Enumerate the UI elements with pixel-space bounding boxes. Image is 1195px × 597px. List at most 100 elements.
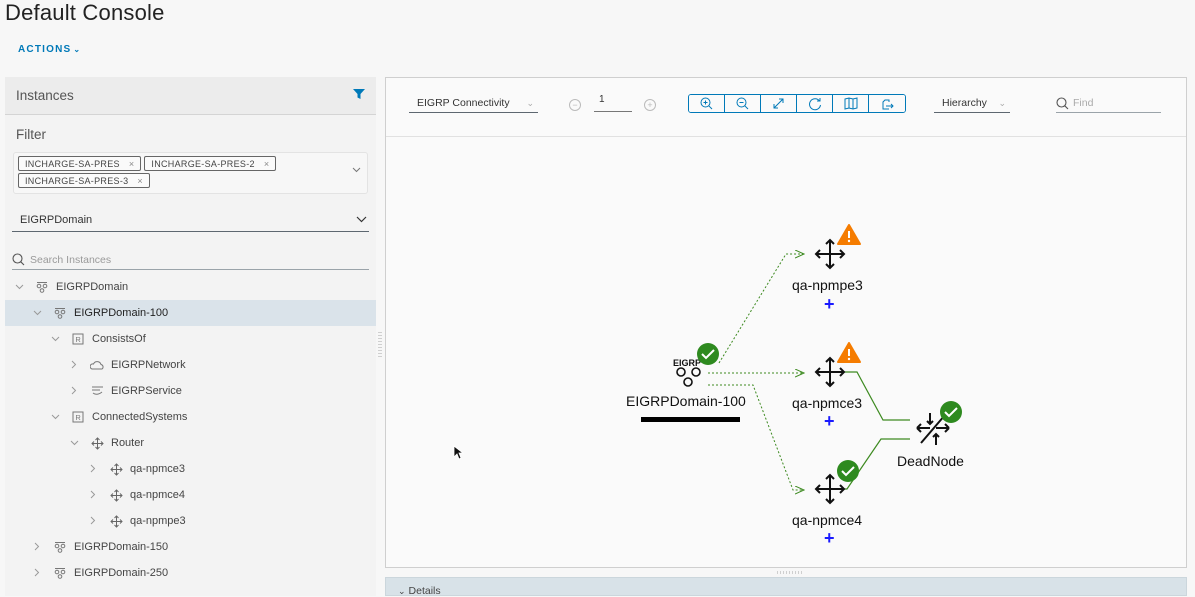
tree-item[interactable]: qa-npmpe3 [5, 508, 376, 534]
node-label-ce3[interactable]: qa-npmce3 [792, 395, 862, 411]
router-icon [90, 436, 104, 450]
status-warning-icon [837, 224, 861, 245]
map-icon [844, 97, 857, 110]
router-icon[interactable] [814, 473, 846, 505]
filter-chips[interactable]: INCHARGE-SA-PRES × INCHARGE-SA-PRES-2 × IN… [13, 152, 368, 194]
details-panel-toggle[interactable]: ⌄ Details [385, 577, 1187, 597]
chip-label: INCHARGE-SA-PRES [25, 158, 120, 169]
tree-item-label: Router [111, 437, 145, 449]
svg-text:R: R [75, 413, 81, 422]
refresh-icon [808, 97, 821, 110]
expand-node-plus-icon[interactable]: + [824, 529, 835, 547]
chevron-right-icon[interactable] [68, 386, 80, 397]
zoom-in-button[interactable] [689, 95, 725, 112]
router-icon [109, 462, 123, 476]
class-select[interactable]: EIGRPDomain [12, 208, 369, 232]
service-icon [90, 384, 104, 398]
chevron-down-icon[interactable] [352, 165, 361, 175]
node-label-ce4[interactable]: qa-npmce4 [792, 512, 862, 528]
tree-item-label: qa-npmce3 [130, 463, 186, 475]
expand-node-plus-icon[interactable]: + [824, 295, 835, 313]
chevron-down-icon: ⌄ [526, 97, 534, 108]
panel-resize-handle[interactable] [378, 332, 382, 358]
search-instances-input[interactable] [30, 253, 165, 266]
chevron-right-icon[interactable] [68, 360, 80, 371]
chevron-right-icon[interactable] [87, 490, 99, 501]
chevron-down-icon[interactable] [49, 334, 61, 344]
chevron-right-icon[interactable] [31, 568, 43, 579]
filter-icon[interactable] [353, 87, 365, 105]
search-icon [1056, 96, 1069, 109]
chip-label: INCHARGE-SA-PRES-2 [151, 158, 255, 169]
hop-increment-button[interactable]: + [644, 99, 656, 111]
node-label-domain[interactable]: EIGRPDomain-100 [626, 393, 746, 409]
tree-item[interactable]: EIGRPNetwork [5, 352, 376, 378]
fit-to-screen-button[interactable] [761, 95, 797, 112]
class-select-value: EIGRPDomain [20, 213, 93, 226]
expand-node-plus-icon[interactable]: + [824, 412, 835, 430]
remove-chip-icon[interactable]: × [264, 159, 270, 169]
search-icon [12, 253, 25, 266]
find-field[interactable] [1056, 94, 1161, 113]
tree-item[interactable]: qa-npmce3 [5, 456, 376, 482]
tree-item[interactable]: R ConsistsOf [5, 326, 376, 352]
tree-item-label: ConnectedSystems [92, 411, 188, 423]
zoom-in-icon [700, 97, 713, 110]
status-ok-icon [940, 401, 962, 423]
remove-chip-icon[interactable]: × [137, 176, 143, 186]
zoom-out-button[interactable] [725, 95, 761, 112]
edge-domain-pe3[interactable] [718, 254, 804, 364]
chevron-right-icon[interactable] [87, 464, 99, 475]
actions-menu[interactable]: ACTIONS ⌄ [18, 44, 81, 55]
expand-icon [773, 98, 784, 109]
view-select[interactable]: EIGRP Connectivity ⌄ [409, 94, 538, 113]
tree-item[interactable]: EIGRPDomain-250 [5, 560, 376, 586]
tree-item[interactable]: R ConnectedSystems [5, 404, 376, 430]
tree-item[interactable]: EIGRPDomain [5, 274, 376, 300]
eigrp-domain-icon [53, 306, 67, 320]
layout-select[interactable]: Hierarchy ⌄ [934, 94, 1010, 113]
node-label-pe3[interactable]: qa-npmpe3 [792, 277, 863, 293]
details-resize-handle[interactable] [777, 571, 803, 574]
filter-chip: INCHARGE-SA-PRES-2 × [144, 156, 277, 171]
network-cloud-icon [90, 358, 104, 372]
chevron-down-icon[interactable] [49, 412, 61, 422]
hop-count-input[interactable]: 1 [594, 94, 632, 112]
tree-item-label: EIGRPDomain-100 [74, 307, 169, 319]
instances-header: Instances [5, 77, 376, 115]
search-instances[interactable] [12, 250, 369, 270]
tree-item[interactable]: EIGRPDomain-150 [5, 534, 376, 560]
eigrp-domain-icon [53, 540, 67, 554]
remove-chip-icon[interactable]: × [129, 159, 135, 169]
hop-decrement-button[interactable]: − [569, 99, 581, 111]
topology-canvas[interactable]: EIGRP EIGRPDomain-100 qa-npmpe3 + qa-npm… [386, 137, 1186, 567]
chevron-down-icon: ⌄ [998, 97, 1006, 108]
find-input[interactable] [1073, 97, 1153, 109]
domain-node-icon[interactable]: EIGRP [673, 358, 701, 387]
eigrp-icon-text: EIGRP [673, 358, 701, 368]
export-button[interactable] [869, 95, 905, 112]
tree-item[interactable]: Router [5, 430, 376, 456]
tree-item-label: EIGRPDomain [56, 281, 129, 293]
instances-panel: Instances Filter INCHARGE-SA-PRES × INCHA… [5, 77, 376, 596]
relationship-icon: R [71, 410, 85, 424]
tree-item-label: EIGRPDomain-250 [74, 567, 169, 579]
tree-item[interactable]: qa-npmce4 [5, 482, 376, 508]
selection-bar [641, 417, 740, 422]
map-overview-button[interactable] [833, 95, 869, 112]
tree-item-label: qa-npmpe3 [130, 515, 186, 527]
router-icon [109, 514, 123, 528]
chevron-down-icon[interactable] [31, 308, 43, 318]
zoom-out-icon [736, 97, 749, 110]
node-label-dead[interactable]: DeadNode [897, 453, 964, 469]
chevron-right-icon[interactable] [87, 516, 99, 527]
tree-item[interactable]: EIGRPDomain-100 [5, 300, 376, 326]
chevron-down-icon: ⌄ [73, 45, 82, 54]
refresh-button[interactable] [797, 95, 833, 112]
chevron-right-icon[interactable] [31, 542, 43, 553]
export-icon [882, 99, 894, 109]
tree-item[interactable]: EIGRPService [5, 378, 376, 404]
chevron-down-icon[interactable] [68, 438, 80, 448]
page-title: Default Console [5, 0, 165, 25]
chevron-down-icon[interactable] [13, 282, 25, 292]
